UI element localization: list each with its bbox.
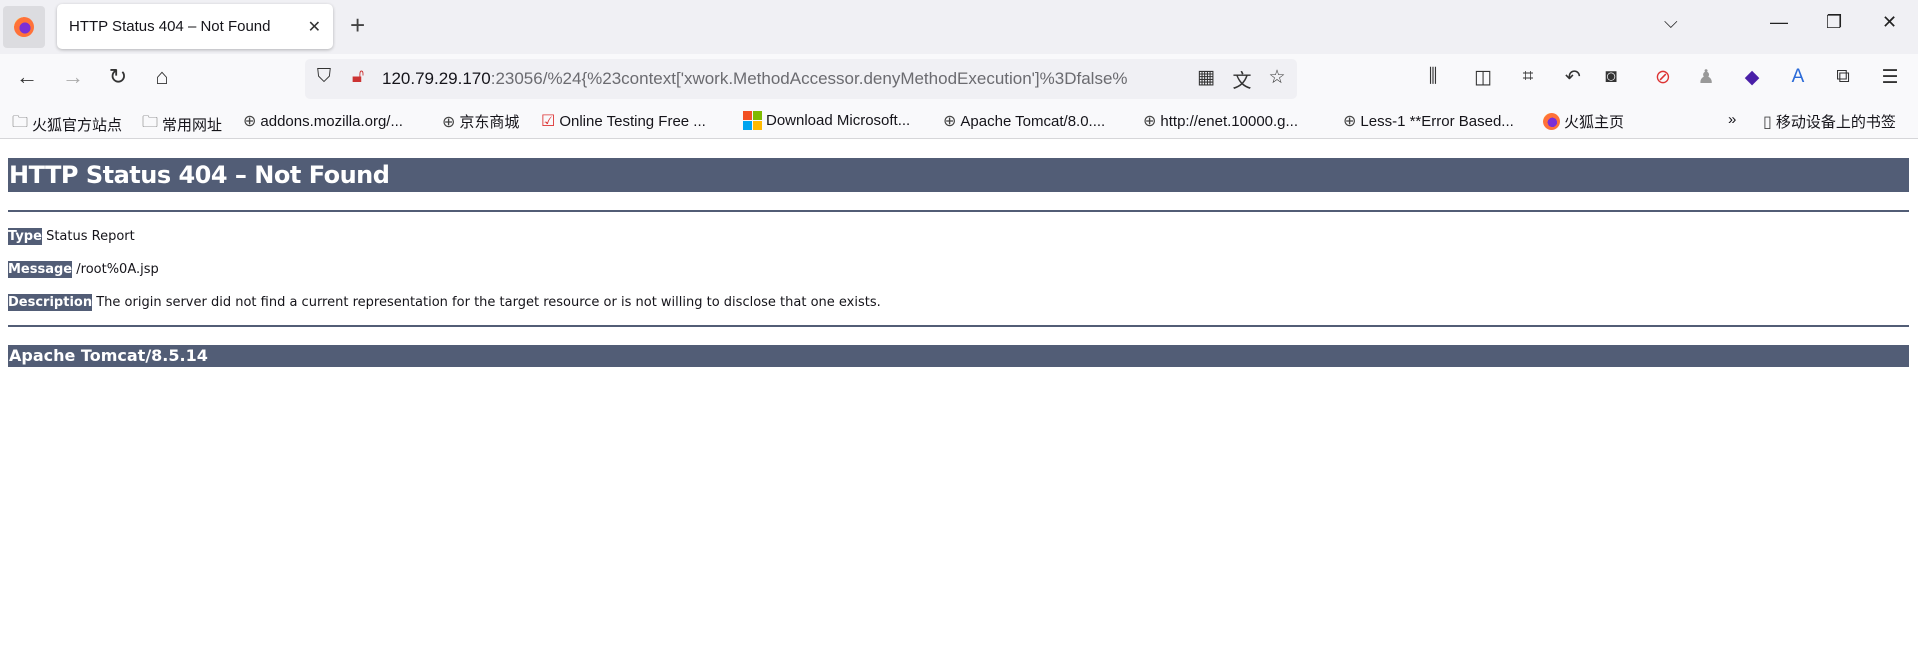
- minimize-button[interactable]: —: [1770, 12, 1788, 33]
- bookmark-item[interactable]: 🗀 火狐官方站点: [12, 111, 122, 138]
- bookmark-item[interactable]: ⊕ Apache Tomcat/8.0....: [943, 111, 1105, 131]
- restore-button[interactable]: ❐: [1826, 12, 1842, 33]
- folder-icon: 🗀: [12, 114, 29, 131]
- insecure-lock-icon[interactable]: 🔓︎: [345, 66, 371, 88]
- bookmark-item[interactable]: 火狐主页: [1543, 111, 1624, 132]
- globe-icon: ⊕: [1143, 113, 1157, 130]
- page-title: HTTP Status 404 – Not Found: [8, 158, 1909, 192]
- mobile-bookmarks[interactable]: ▯ 移动设备上的书签: [1763, 111, 1896, 132]
- microsoft-icon: [743, 111, 762, 130]
- reload-button[interactable]: ↻: [103, 64, 133, 90]
- extension-translate-icon[interactable]: A: [1785, 66, 1811, 88]
- forward-button[interactable]: →: [58, 64, 88, 90]
- globe-icon: ⊕: [1343, 113, 1357, 130]
- library-icon[interactable]: ⫼: [1420, 66, 1446, 88]
- home-button[interactable]: ⌂: [147, 64, 177, 90]
- firefox-icon: [1543, 113, 1560, 130]
- mobile-icon: ▯: [1763, 113, 1772, 131]
- more-bookmarks-chevron-icon[interactable]: »: [1728, 111, 1736, 128]
- shield-icon[interactable]: ⛉: [311, 66, 337, 88]
- tab-title: HTTP Status 404 – Not Found: [69, 18, 271, 35]
- divider: [8, 325, 1909, 327]
- undo-icon[interactable]: ↶: [1560, 66, 1586, 89]
- crop-icon[interactable]: ⌗: [1515, 66, 1541, 88]
- globe-icon: ⊕: [442, 113, 456, 131]
- type-label: Type: [8, 228, 42, 245]
- bookmark-item[interactable]: ⊕ Less-1 **Error Based...: [1343, 111, 1514, 131]
- extension-eyes-icon[interactable]: ◙: [1598, 66, 1624, 88]
- url-input[interactable]: 120.79.29.170:23056/%24{%23context['xwor…: [382, 69, 1182, 89]
- bookmark-item[interactable]: ⊕ 京东商城: [442, 111, 519, 132]
- bookmark-star-icon[interactable]: ☆: [1264, 66, 1290, 89]
- back-button[interactable]: ←: [12, 64, 42, 90]
- message-row: Message /root%0A.jsp: [8, 261, 159, 278]
- qr-code-icon[interactable]: ▦: [1193, 66, 1219, 89]
- server-footer: Apache Tomcat/8.5.14: [8, 345, 1909, 367]
- close-window-button[interactable]: ✕: [1882, 12, 1897, 33]
- menu-icon[interactable]: ☰: [1877, 66, 1903, 89]
- type-row: Type Status Report: [8, 228, 135, 245]
- globe-icon: ⊕: [243, 113, 257, 130]
- bookmark-item[interactable]: ⊕ addons.mozilla.org/...: [243, 111, 403, 131]
- extension-spy-icon[interactable]: ♟: [1693, 66, 1719, 89]
- extension-diamond-icon[interactable]: ◆: [1739, 66, 1765, 89]
- message-label: Message: [8, 261, 73, 278]
- bookmark-item[interactable]: Download Microsoft...: [743, 111, 910, 130]
- extensions-puzzle-icon[interactable]: ⧉: [1830, 66, 1856, 88]
- description-label: Description: [8, 294, 93, 311]
- bookmark-item[interactable]: 🗀 常用网址: [142, 111, 222, 138]
- firefox-icon: [14, 17, 34, 37]
- tab-active[interactable]: HTTP Status 404 – Not Found ✕: [57, 4, 333, 49]
- extension-blocked-icon[interactable]: ⊘: [1650, 66, 1676, 89]
- close-tab-icon[interactable]: ✕: [308, 17, 321, 37]
- translate-icon[interactable]: 文: [1229, 66, 1255, 93]
- description-row: Description The origin server did not fi…: [8, 294, 881, 311]
- bookmark-item[interactable]: ☑ Online Testing Free ...: [541, 111, 706, 131]
- sidebar-icon[interactable]: ◫: [1470, 66, 1496, 89]
- bookmark-item[interactable]: ⊕ http://enet.10000.g...: [1143, 111, 1298, 131]
- divider: [8, 210, 1909, 212]
- folder-icon: 🗀: [142, 114, 159, 131]
- globe-icon: ⊕: [943, 113, 957, 130]
- firefox-view-button[interactable]: [3, 6, 45, 48]
- new-tab-button[interactable]: +: [350, 10, 365, 41]
- checkbox-icon: ☑: [541, 113, 556, 130]
- list-tabs-chevron-icon[interactable]: ⌵: [1664, 12, 1678, 33]
